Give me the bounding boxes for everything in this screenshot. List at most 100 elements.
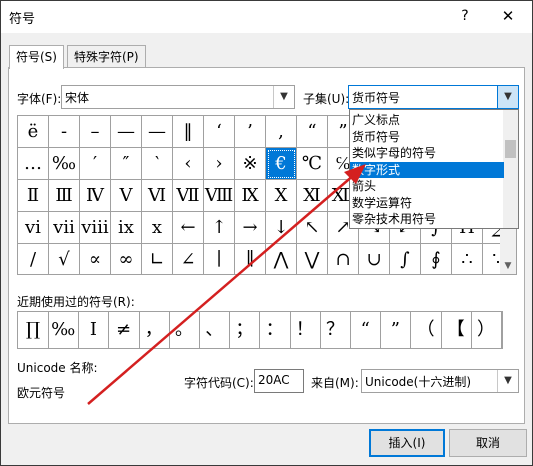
recent-symbol-cell[interactable]: ，: [139, 312, 170, 348]
symbol-cell[interactable]: ’: [235, 116, 266, 148]
insert-button[interactable]: 插入(I): [369, 429, 445, 457]
symbol-cell[interactable]: ⅷ: [80, 212, 111, 244]
subset-option[interactable]: 广义标点: [350, 112, 504, 128]
symbol-cell[interactable]: ⋁: [297, 244, 328, 274]
subset-option[interactable]: 箭头: [350, 178, 504, 194]
recent-symbol-cell[interactable]: ）: [471, 312, 502, 348]
from-label: 来自(M):: [311, 376, 359, 390]
help-icon[interactable]: ?: [455, 5, 475, 27]
symbol-cell[interactable]: ∫: [390, 244, 421, 274]
symbol-cell[interactable]: ℃: [297, 148, 328, 180]
symbol-cell[interactable]: ′: [80, 148, 111, 180]
recent-symbol-cell[interactable]: ？: [320, 312, 351, 348]
symbol-cell[interactable]: Ⅵ: [142, 180, 173, 212]
subset-label: 子集(U):: [303, 92, 350, 106]
symbol-cell[interactable]: ∟: [142, 244, 173, 274]
dropdown-scrollbar[interactable]: [503, 110, 518, 228]
chevron-down-icon[interactable]: ▼: [497, 86, 518, 108]
symbol-cell[interactable]: ë: [18, 116, 49, 148]
symbol-cell[interactable]: Ⅺ: [297, 180, 328, 212]
font-label: 字体(F):: [17, 92, 62, 106]
dialog-title: 符号: [9, 12, 36, 27]
subset-option[interactable]: 货币符号: [350, 129, 504, 145]
recent-symbol-cell[interactable]: （: [411, 312, 442, 348]
symbol-cell[interactable]: —: [142, 116, 173, 148]
recent-symbol-cell[interactable]: “: [350, 312, 382, 348]
symbol-cell[interactable]: ∩: [328, 244, 359, 274]
chevron-down-icon[interactable]: ▼: [273, 86, 294, 108]
tab-symbols[interactable]: 符号(S): [9, 45, 64, 69]
symbol-cell[interactable]: “: [297, 116, 328, 148]
recent-symbol-cell[interactable]: ：: [260, 312, 291, 348]
close-icon[interactable]: ✕: [497, 5, 519, 27]
symbol-cell[interactable]: /: [18, 244, 49, 274]
symbol-cell[interactable]: ∝: [80, 244, 111, 274]
dropdown-scroll-thumb[interactable]: [505, 140, 516, 158]
subset-option[interactable]: 零杂技术用符号: [350, 211, 504, 227]
symbol-cell[interactable]: ⅵ: [18, 212, 49, 244]
subset-option[interactable]: 数字形式: [350, 161, 504, 178]
symbol-cell[interactable]: Ⅷ: [204, 180, 235, 212]
symbol-cell[interactable]: ⅶ: [49, 212, 80, 244]
symbol-cell[interactable]: ⅸ: [111, 212, 142, 244]
symbol-cell[interactable]: ,: [266, 116, 297, 148]
scroll-down-icon[interactable]: ▼: [500, 258, 516, 274]
symbol-cell[interactable]: ※: [235, 148, 266, 180]
symbol-cell[interactable]: ›: [204, 148, 235, 180]
symbol-cell[interactable]: ∠: [173, 244, 204, 274]
symbol-cell[interactable]: ↖: [297, 212, 328, 244]
symbol-cell[interactable]: ‖: [173, 116, 204, 148]
symbol-cell[interactable]: ↓: [266, 212, 297, 244]
symbol-cell[interactable]: ↑: [204, 212, 235, 244]
recent-symbol-cell[interactable]: ”: [380, 312, 412, 348]
from-select[interactable]: Unicode(十六进制) ▼: [361, 369, 519, 393]
recent-symbol-cell[interactable]: Ⅰ: [78, 312, 110, 348]
symbol-cell[interactable]: ∣: [204, 244, 235, 274]
unicode-name-label: Unicode 名称:: [17, 361, 98, 375]
symbol-cell[interactable]: …: [18, 148, 49, 180]
symbol-cell[interactable]: —: [111, 116, 142, 148]
symbol-cell[interactable]: €: [266, 148, 297, 180]
symbol-cell[interactable]: ←: [173, 212, 204, 244]
recent-symbol-cell[interactable]: ‰: [48, 312, 80, 348]
symbol-cell[interactable]: ‹: [173, 148, 204, 180]
symbol-cell[interactable]: ‵: [142, 148, 173, 180]
recent-symbol-cell[interactable]: ∏: [18, 312, 49, 348]
char-code-input[interactable]: 20AC: [254, 369, 304, 393]
symbol-cell[interactable]: Ⅴ: [111, 180, 142, 212]
symbol-cell[interactable]: ⋀: [266, 244, 297, 274]
symbol-cell[interactable]: ‘: [204, 116, 235, 148]
subset-select[interactable]: 货币符号 ▼: [348, 85, 519, 109]
symbol-cell[interactable]: Ⅸ: [235, 180, 266, 212]
cancel-button[interactable]: 取消: [449, 429, 527, 457]
symbol-cell[interactable]: ∪: [359, 244, 390, 274]
symbol-cell[interactable]: Ⅹ: [266, 180, 297, 212]
symbol-cell[interactable]: x: [142, 212, 173, 244]
symbol-cell[interactable]: ″: [111, 148, 142, 180]
symbol-cell[interactable]: Ⅱ: [18, 180, 49, 212]
symbol-cell[interactable]: ‰: [49, 148, 80, 180]
recent-symbol-cell[interactable]: ≠: [109, 312, 140, 348]
font-select[interactable]: 宋体 ▼: [61, 85, 295, 109]
symbol-cell[interactable]: ∞: [111, 244, 142, 274]
symbol-cell[interactable]: Ⅶ: [173, 180, 204, 212]
symbol-cell[interactable]: –: [80, 116, 111, 148]
recent-symbol-cell[interactable]: ；: [229, 312, 261, 348]
recent-symbol-cell[interactable]: 、: [199, 312, 231, 348]
symbol-cell[interactable]: Ⅳ: [80, 180, 111, 212]
recent-symbol-cell[interactable]: 。: [169, 312, 200, 348]
from-value: Unicode(十六进制): [365, 375, 472, 389]
symbol-cell[interactable]: -: [49, 116, 80, 148]
recent-symbol-cell[interactable]: 【: [441, 312, 472, 348]
subset-option[interactable]: 数学运算符: [350, 195, 504, 211]
symbol-cell[interactable]: √: [49, 244, 80, 274]
subset-option[interactable]: 类似字母的符号: [350, 145, 504, 161]
tab-special-characters[interactable]: 特殊字符(P): [67, 45, 146, 68]
symbol-cell[interactable]: ∮: [421, 244, 452, 274]
symbol-cell[interactable]: ∴: [452, 244, 483, 274]
symbol-cell[interactable]: ∥: [235, 244, 266, 274]
symbol-cell[interactable]: →: [235, 212, 266, 244]
chevron-down-icon[interactable]: ▼: [497, 370, 518, 392]
recent-symbol-cell[interactable]: ！: [290, 312, 321, 348]
symbol-cell[interactable]: Ⅲ: [49, 180, 80, 212]
